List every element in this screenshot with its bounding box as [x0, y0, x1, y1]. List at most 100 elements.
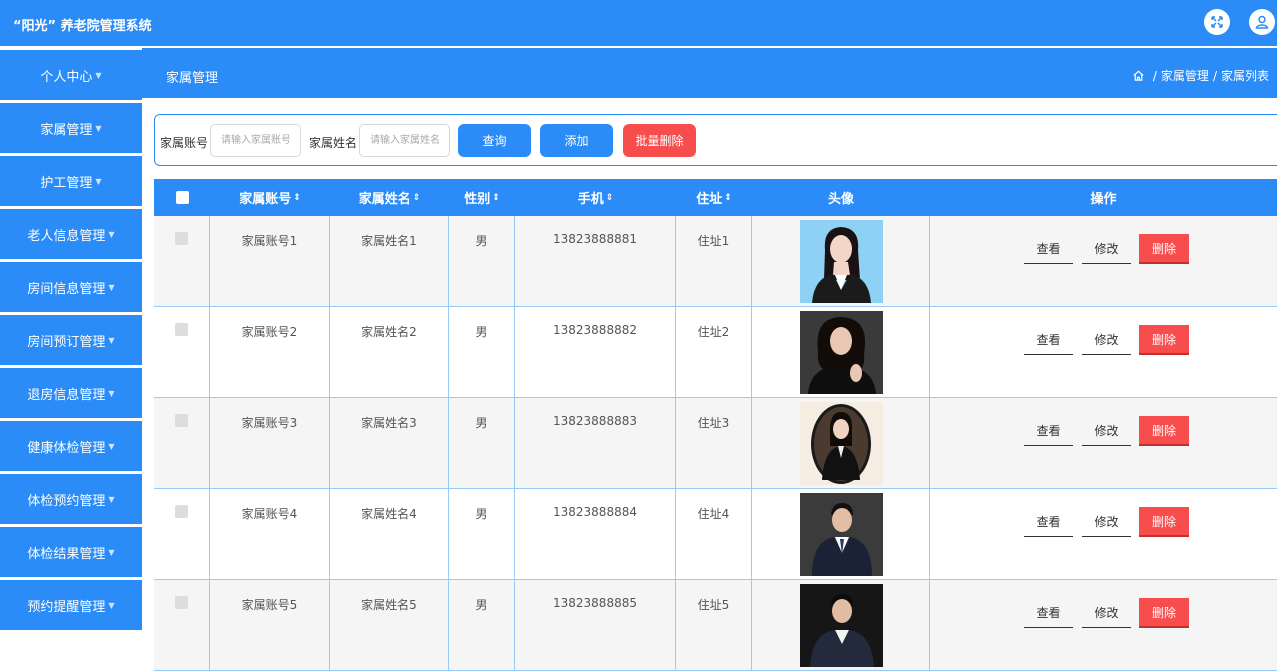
delete-button[interactable]: 删除 — [1139, 598, 1189, 628]
edit-button[interactable]: 修改 — [1082, 507, 1131, 537]
row-checkbox[interactable] — [175, 323, 188, 336]
account-cell: 家属账号2 — [210, 307, 330, 397]
sidebar-item-label: 健康体检管理 — [27, 440, 106, 456]
view-button[interactable]: 查看 — [1024, 325, 1073, 355]
row-checkbox-cell — [154, 216, 210, 306]
sidebar-item-health-checkup[interactable]: 健康体检管理 ▼ — [0, 421, 142, 471]
view-button[interactable]: 查看 — [1024, 598, 1073, 628]
edit-button[interactable]: 修改 — [1082, 416, 1131, 446]
gender-cell: 男 — [449, 307, 515, 397]
sidebar-item-label: 体检预约管理 — [27, 493, 106, 509]
caret-down-icon: ▼ — [95, 70, 102, 80]
caret-down-icon: ▼ — [108, 547, 115, 557]
caret-down-icon: ▼ — [95, 123, 102, 133]
gender-cell: 男 — [449, 216, 515, 306]
caret-down-icon: ▼ — [108, 600, 115, 610]
breadcrumb: / 家属管理 / 家属列表 — [1132, 67, 1269, 84]
edit-button[interactable]: 修改 — [1082, 325, 1131, 355]
sidebar-item-label: 个人中心 — [40, 69, 93, 85]
column-header-gender[interactable]: 性别 ⇕ — [449, 179, 515, 216]
view-button[interactable]: 查看 — [1024, 234, 1073, 264]
row-checkbox[interactable] — [175, 414, 188, 427]
sidebar-item-label: 房间信息管理 — [27, 281, 106, 297]
user-icon[interactable] — [1249, 9, 1275, 35]
table-header: 家属账号 ⇕ 家属姓名 ⇕ 性别 ⇕ 手机 ⇕ 住址 ⇕ 头像 操作 — [154, 179, 1277, 216]
gender-cell: 男 — [449, 489, 515, 579]
table-row: 家属账号3 家属姓名3 男 13823888883 住址3 查看 修改 删除 — [154, 398, 1277, 489]
table-row: 家属账号4 家属姓名4 男 13823888884 住址4 查看 修改 删除 — [154, 489, 1277, 580]
phone-cell: 13823888882 — [515, 307, 676, 397]
sidebar-item-checkout-info[interactable]: 退房信息管理 ▼ — [0, 368, 142, 418]
column-header-phone[interactable]: 手机 ⇕ — [515, 179, 676, 216]
sidebar-item-room-booking[interactable]: 房间预订管理 ▼ — [0, 315, 142, 365]
fullscreen-icon[interactable] — [1204, 9, 1230, 35]
sidebar-item-family-management[interactable]: 家属管理 ▼ — [0, 103, 142, 153]
account-cell: 家属账号5 — [210, 580, 330, 670]
row-checkbox-cell — [154, 307, 210, 397]
address-cell: 住址5 — [676, 580, 752, 670]
avatar — [800, 311, 883, 394]
phone-cell: 13823888883 — [515, 398, 676, 488]
query-button[interactable]: 查询 — [458, 124, 531, 157]
edit-button[interactable]: 修改 — [1082, 234, 1131, 264]
column-header-actions: 操作 — [930, 179, 1277, 216]
sidebar-item-caregiver-management[interactable]: 护工管理 ▼ — [0, 156, 142, 206]
row-checkbox[interactable] — [175, 505, 188, 518]
add-button[interactable]: 添加 — [540, 124, 613, 157]
batch-delete-button[interactable]: 批量删除 — [623, 124, 696, 157]
table-row: 家属账号1 家属姓名1 男 13823888881 住址1 查看 修改 删除 — [154, 216, 1277, 307]
home-icon[interactable] — [1132, 69, 1145, 82]
caret-down-icon: ▼ — [108, 282, 115, 292]
column-header-label: 操作 — [1090, 192, 1117, 207]
edit-button[interactable]: 修改 — [1082, 598, 1131, 628]
column-header-label: 手机 — [577, 192, 604, 207]
view-button[interactable]: 查看 — [1024, 507, 1073, 537]
sidebar-item-label: 老人信息管理 — [27, 228, 106, 244]
breadcrumb-separator: / — [1212, 68, 1217, 83]
select-all-checkbox[interactable] — [175, 191, 189, 204]
column-header-account[interactable]: 家属账号 ⇕ — [210, 179, 330, 216]
name-search-input[interactable] — [359, 124, 450, 157]
sidebar-item-appointment-reminder[interactable]: 预约提醒管理 ▼ — [0, 580, 142, 630]
column-header-address[interactable]: 住址 ⇕ — [676, 179, 752, 216]
address-cell: 住址4 — [676, 489, 752, 579]
sidebar-item-checkup-results[interactable]: 体检结果管理 ▼ — [0, 527, 142, 577]
phone-cell: 13823888881 — [515, 216, 676, 306]
sidebar-item-room-info[interactable]: 房间信息管理 ▼ — [0, 262, 142, 312]
name-cell: 家属姓名4 — [330, 489, 449, 579]
row-checkbox-cell — [154, 580, 210, 670]
select-all-checkbox-cell — [154, 179, 210, 216]
row-checkbox[interactable] — [175, 232, 188, 245]
account-search-input[interactable] — [210, 124, 301, 157]
avatar — [800, 493, 883, 576]
avatar — [800, 402, 883, 485]
sort-icon: ⇕ — [293, 192, 301, 203]
row-checkbox-cell — [154, 398, 210, 488]
row-checkbox[interactable] — [175, 596, 188, 609]
sort-icon: ⇕ — [605, 192, 614, 203]
caret-down-icon: ▼ — [108, 229, 115, 239]
breadcrumb-item-family-management[interactable]: 家属管理 — [1161, 67, 1209, 84]
delete-button[interactable]: 删除 — [1139, 234, 1189, 264]
breadcrumb-separator: / — [1152, 68, 1157, 83]
sidebar-item-personal-center[interactable]: 个人中心 ▼ — [0, 50, 142, 100]
sidebar-item-checkup-appointment[interactable]: 体检预约管理 ▼ — [0, 474, 142, 524]
caret-down-icon: ▼ — [108, 441, 115, 451]
address-cell: 住址3 — [676, 398, 752, 488]
sidebar-item-elder-info[interactable]: 老人信息管理 ▼ — [0, 209, 142, 259]
name-label: 家属姓名 — [309, 136, 358, 150]
phone-cell: 13823888884 — [515, 489, 676, 579]
delete-button[interactable]: 删除 — [1139, 416, 1189, 446]
delete-button[interactable]: 删除 — [1139, 507, 1189, 537]
view-button[interactable]: 查看 — [1024, 416, 1073, 446]
name-cell: 家属姓名5 — [330, 580, 449, 670]
row-checkbox-cell — [154, 489, 210, 579]
caret-down-icon: ▼ — [108, 388, 115, 398]
table-row: 家属账号2 家属姓名2 男 13823888882 住址2 查看 修改 删除 — [154, 307, 1277, 398]
delete-button[interactable]: 删除 — [1139, 325, 1189, 355]
breadcrumb-bar: 家属管理 / 家属管理 / 家属列表 — [142, 48, 1277, 98]
column-header-name[interactable]: 家属姓名 ⇕ — [330, 179, 449, 216]
column-header-label: 住址 — [696, 192, 723, 207]
gender-cell: 男 — [449, 580, 515, 670]
sort-icon: ⇕ — [724, 192, 732, 203]
